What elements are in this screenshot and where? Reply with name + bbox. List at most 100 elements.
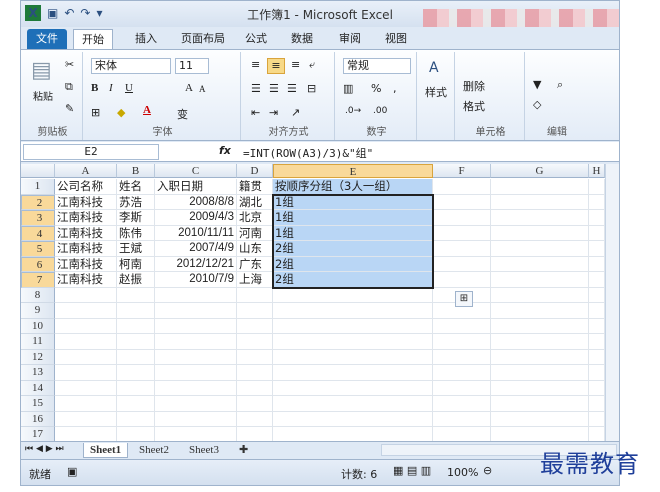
cell-a1[interactable]: 公司名称 [55, 179, 117, 195]
merge-center-icon[interactable]: ⊟ [307, 82, 316, 95]
cell-d14[interactable] [237, 380, 273, 396]
cell-e14[interactable] [273, 380, 433, 396]
cell-e13[interactable] [273, 365, 433, 381]
column-header-a[interactable]: A [55, 164, 117, 178]
cell-b8[interactable] [117, 287, 155, 303]
cell-a2[interactable]: 江南科技 [55, 194, 117, 210]
cell-e12[interactable] [273, 349, 433, 365]
row-header-4[interactable]: 4 [21, 225, 55, 241]
cell-b11[interactable] [117, 334, 155, 350]
cell-e11[interactable] [273, 334, 433, 350]
cell-d15[interactable] [237, 396, 273, 412]
cell-g9[interactable] [491, 303, 589, 319]
tab-home[interactable]: 开始 [73, 29, 113, 49]
cell-f12[interactable] [433, 349, 491, 365]
tab-insert[interactable]: 插入 [127, 29, 165, 49]
row-header-1[interactable]: 1 [21, 179, 55, 195]
row-header-6[interactable]: 6 [21, 256, 55, 272]
cell-b3[interactable]: 李斯 [117, 210, 155, 226]
cell-b16[interactable] [117, 411, 155, 427]
cell-g4[interactable] [491, 225, 589, 241]
zoom-out-icon[interactable]: ⊖ [483, 464, 492, 477]
clear-icon[interactable]: ◇ [533, 98, 541, 111]
italic-button[interactable]: I [109, 82, 113, 94]
cell-a6[interactable]: 江南科技 [55, 256, 117, 272]
fill-icon[interactable]: ▼ [533, 78, 541, 91]
cell-h12[interactable] [589, 349, 605, 365]
cell-c1[interactable]: 入职日期 [155, 179, 237, 195]
cell-b1[interactable]: 姓名 [117, 179, 155, 195]
align-center-icon[interactable]: ☰ [269, 82, 279, 95]
cell-c7[interactable]: 2010/7/9 [155, 272, 237, 288]
row-header-16[interactable]: 16 [21, 411, 55, 427]
cell-g5[interactable] [491, 241, 589, 257]
cell-g8[interactable] [491, 287, 589, 303]
cell-c8[interactable] [155, 287, 237, 303]
cell-b2[interactable]: 苏浩 [117, 194, 155, 210]
cell-f1[interactable] [433, 179, 491, 195]
font-name-select[interactable]: 宋体 [91, 58, 171, 74]
styles-icon[interactable]: A [429, 60, 439, 76]
align-right-icon[interactable]: ☰ [287, 82, 297, 95]
cell-b12[interactable] [117, 349, 155, 365]
row-header-15[interactable]: 15 [21, 396, 55, 412]
cell-a15[interactable] [55, 396, 117, 412]
row-header-11[interactable]: 11 [21, 334, 55, 350]
cell-b9[interactable] [117, 303, 155, 319]
cell-f13[interactable] [433, 365, 491, 381]
row-header-14[interactable]: 14 [21, 380, 55, 396]
cell-g12[interactable] [491, 349, 589, 365]
cell-f5[interactable] [433, 241, 491, 257]
tab-data[interactable]: 数据 [283, 29, 321, 49]
row-header-5[interactable]: 5 [21, 241, 55, 257]
column-header-b[interactable]: B [117, 164, 155, 178]
row-header-3[interactable]: 3 [21, 210, 55, 226]
cell-d8[interactable] [237, 287, 273, 303]
row-header-9[interactable]: 9 [21, 303, 55, 319]
cell-d10[interactable] [237, 318, 273, 334]
cell-d9[interactable] [237, 303, 273, 319]
cell-c10[interactable] [155, 318, 237, 334]
cell-g13[interactable] [491, 365, 589, 381]
cell-a13[interactable] [55, 365, 117, 381]
cell-d5[interactable]: 山东 [237, 241, 273, 257]
cell-a12[interactable] [55, 349, 117, 365]
cell-a16[interactable] [55, 411, 117, 427]
cell-c6[interactable]: 2012/12/21 [155, 256, 237, 272]
sheet-tab-3[interactable]: Sheet3 [183, 443, 225, 458]
cell-d12[interactable] [237, 349, 273, 365]
cell-a5[interactable]: 江南科技 [55, 241, 117, 257]
cell-g7[interactable] [491, 272, 589, 288]
tab-formulas[interactable]: 公式 [237, 29, 275, 49]
auto-fill-options-icon[interactable]: ⊞ [455, 291, 473, 307]
row-header-12[interactable]: 12 [21, 349, 55, 365]
cell-b10[interactable] [117, 318, 155, 334]
macro-record-icon[interactable]: ▣ [67, 465, 77, 478]
cell-e8[interactable] [273, 287, 433, 303]
font-color-button[interactable]: A [143, 104, 151, 116]
cell-g1[interactable] [491, 179, 589, 195]
tab-review[interactable]: 审阅 [331, 29, 369, 49]
sheet-tab-2[interactable]: Sheet2 [133, 443, 175, 458]
decrease-indent-icon[interactable]: ⇤ [251, 106, 260, 119]
copy-icon[interactable]: ⧉ [65, 80, 73, 94]
decrease-decimal-icon[interactable]: .00 [373, 106, 387, 116]
cell-e9[interactable] [273, 303, 433, 319]
column-header-c[interactable]: C [155, 164, 237, 178]
align-middle-icon[interactable]: ≡ [267, 58, 285, 74]
cell-f11[interactable] [433, 334, 491, 350]
column-header-e[interactable]: E [273, 164, 433, 178]
cell-a7[interactable]: 江南科技 [55, 272, 117, 288]
fill-color-icon[interactable]: ◆ [117, 106, 125, 119]
zoom-level[interactable]: 100% [447, 466, 478, 479]
cell-g10[interactable] [491, 318, 589, 334]
cell-h9[interactable] [589, 303, 605, 319]
cell-c5[interactable]: 2007/4/9 [155, 241, 237, 257]
column-header-d[interactable]: D [237, 164, 273, 178]
cell-f14[interactable] [433, 380, 491, 396]
increase-indent-icon[interactable]: ⇥ [269, 106, 278, 119]
cell-c12[interactable] [155, 349, 237, 365]
align-bottom-icon[interactable]: ≡ [291, 58, 300, 71]
cell-d1[interactable]: 籍贯 [237, 179, 273, 195]
sheet-nav-icons[interactable]: ⏮ ◀ ▶ ⏭ [25, 444, 64, 454]
